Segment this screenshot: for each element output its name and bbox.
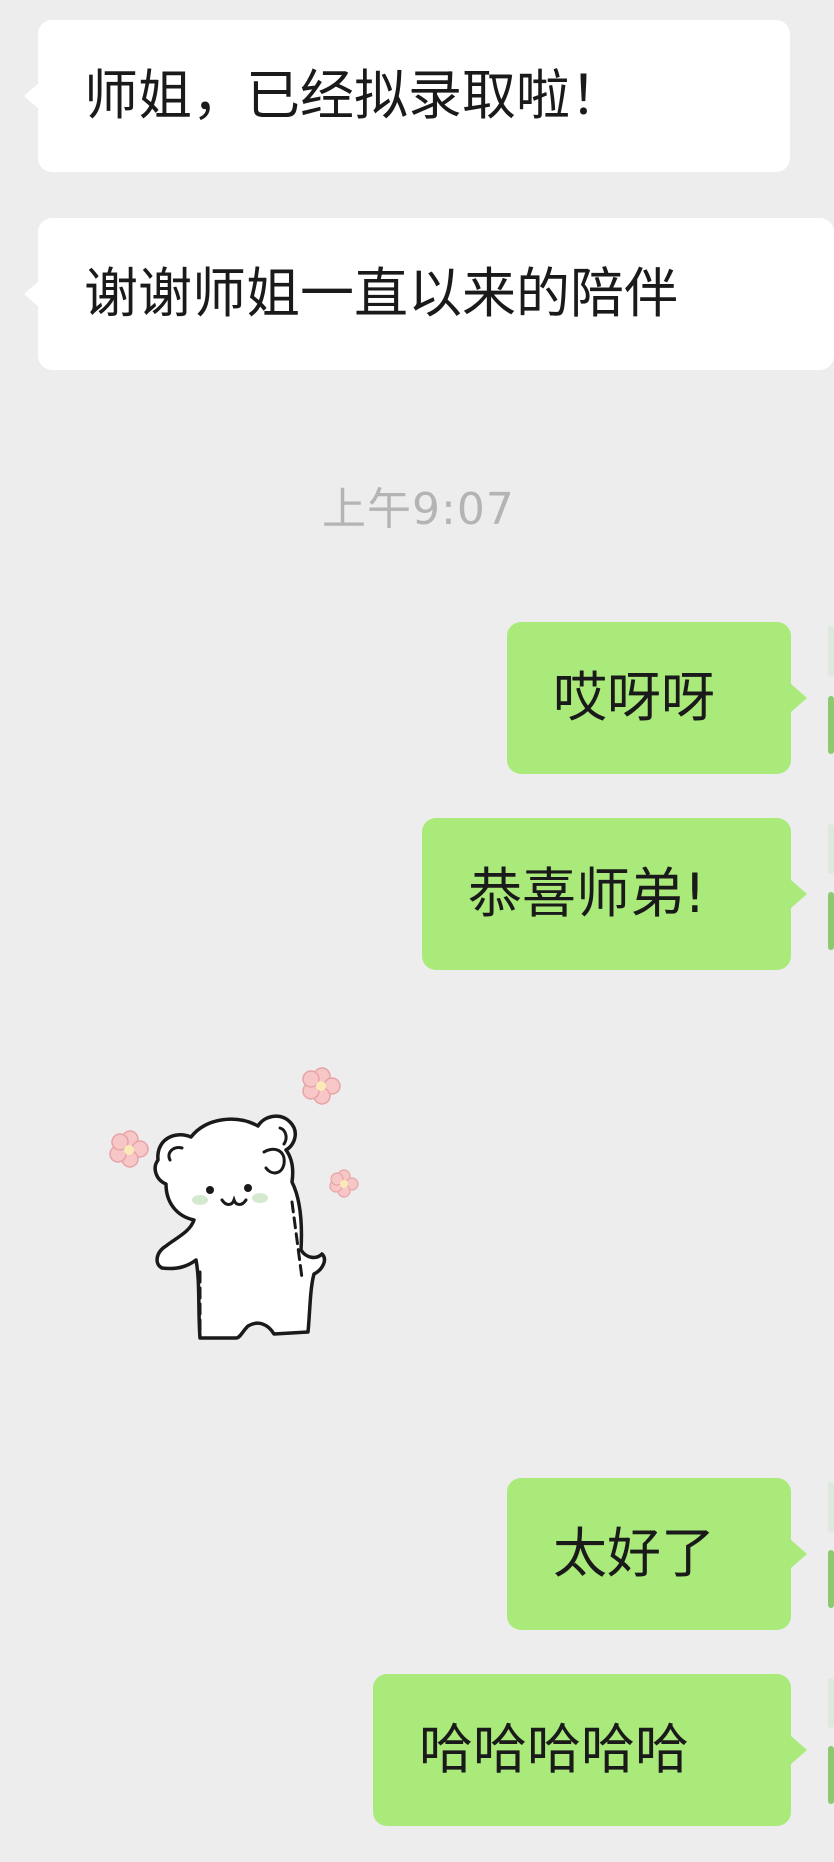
bubble-tail [24,82,40,110]
message-outgoing[interactable]: 哎呀呀 [507,622,807,774]
message-bubble[interactable]: 谢谢师姐一直以来的陪伴 [24,218,834,370]
message-text: 师姐，已经拟录取啦！ [84,64,624,127]
avatar[interactable] [828,1746,834,1804]
flower-icon [109,1130,149,1168]
bubble-tail [791,684,807,712]
avatar[interactable] [828,824,834,874]
message-text: 太好了 [553,1522,715,1585]
avatar[interactable] [828,696,834,754]
flower-icon [329,1169,359,1198]
message-text: 谢谢师姐一直以来的陪伴 [84,262,678,325]
message-outgoing[interactable]: 太好了 [507,1478,807,1630]
message-timestamp: 上午9:07 [322,484,515,535]
bubble-tail [791,880,807,908]
message-bubble[interactable]: 师姐，已经拟录取啦！ [24,20,790,172]
bear-sticker-icon[interactable] [96,1042,366,1362]
avatar[interactable] [828,1550,834,1608]
bubble-tail [24,280,40,308]
message-bubble[interactable]: 哈哈哈哈哈 [373,1674,807,1826]
avatar[interactable] [828,1482,834,1532]
message-outgoing[interactable]: 哈哈哈哈哈 [373,1674,807,1826]
avatar[interactable] [828,626,834,676]
message-outgoing[interactable]: 恭喜师弟! [422,818,807,970]
message-text: 哎呀呀 [553,666,715,729]
message-text: 哈哈哈哈哈 [419,1718,689,1781]
bubble-tail [791,1736,807,1764]
message-incoming[interactable]: 师姐，已经拟录取啦！ [24,20,790,172]
message-incoming[interactable]: 谢谢师姐一直以来的陪伴 [24,218,834,370]
message-bubble[interactable]: 哎呀呀 [507,622,807,774]
message-text: 恭喜师弟! [468,862,706,925]
avatar[interactable] [828,1678,834,1728]
avatar[interactable] [828,892,834,950]
flower-icon [302,1067,341,1105]
message-bubble[interactable]: 恭喜师弟! [422,818,807,970]
chat-area[interactable]: 师姐，已经拟录取啦！ 谢谢师姐一直以来的陪伴 上午9:07 哎呀呀 恭喜师弟! [0,0,834,1862]
bubble-tail [791,1540,807,1568]
message-bubble[interactable]: 太好了 [507,1478,807,1630]
